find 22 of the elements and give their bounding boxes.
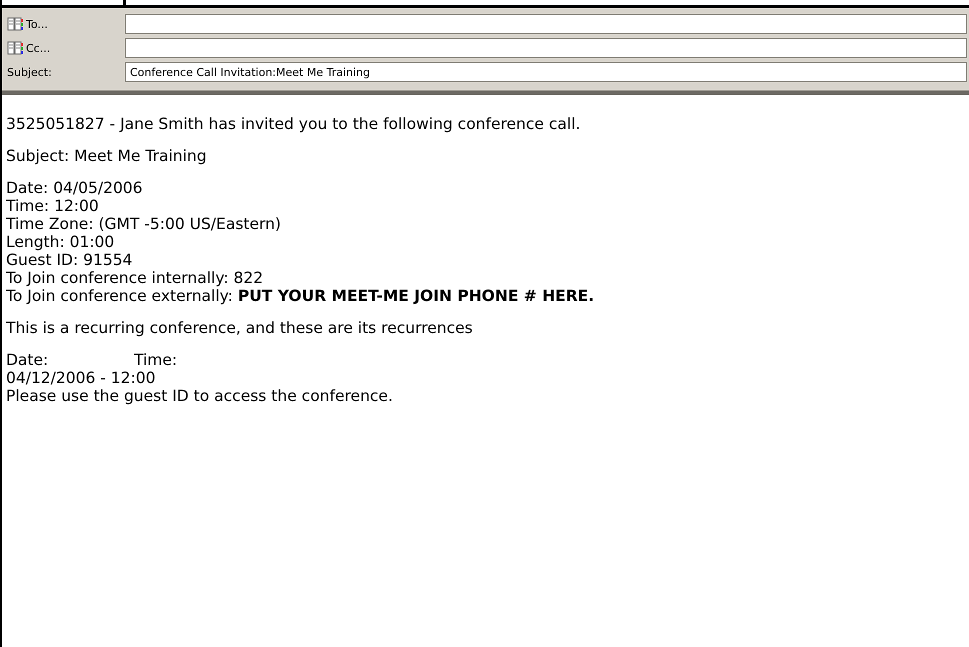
column-label: Time:	[134, 351, 178, 369]
subject-field[interactable]: Conference Call Invitation:Meet Me Training	[125, 62, 967, 82]
message-line: Guest ID: 91554	[6, 251, 132, 269]
message-line: Length: 01:00	[6, 233, 114, 251]
recipient-field[interactable]	[125, 14, 967, 34]
message-line: Time: 12:00	[6, 197, 99, 215]
address-book-icon	[7, 17, 23, 31]
message-line: Date: 04/05/2006	[6, 179, 143, 197]
message-line: This is a recurring conference, and these are its recurrences	[6, 319, 473, 337]
address-book-button[interactable]: To...	[7, 17, 48, 31]
message-line: Please use the guest ID to access the conference.	[6, 387, 393, 405]
message-line: Subject: Meet Me Training	[6, 147, 207, 165]
address-book-button[interactable]: Cc...	[7, 41, 50, 55]
field-label: Subject:	[7, 66, 52, 78]
message-line: 3525051827 - Jane Smith has invited you to the following conference call.	[6, 115, 580, 133]
address-book-icon	[7, 41, 23, 55]
message-line: To Join conference internally: 822	[6, 269, 264, 287]
column-label: Date:	[6, 351, 50, 369]
message-line: 04/12/2006 - 12:00	[6, 369, 156, 387]
recipient-field[interactable]	[125, 38, 967, 58]
message-line: To Join conference externally: PUT YOUR MEET-ME JOIN PHONE # HERE.	[6, 287, 594, 305]
message-line: Time Zone: (GMT -5:00 US/Eastern)	[6, 215, 281, 233]
